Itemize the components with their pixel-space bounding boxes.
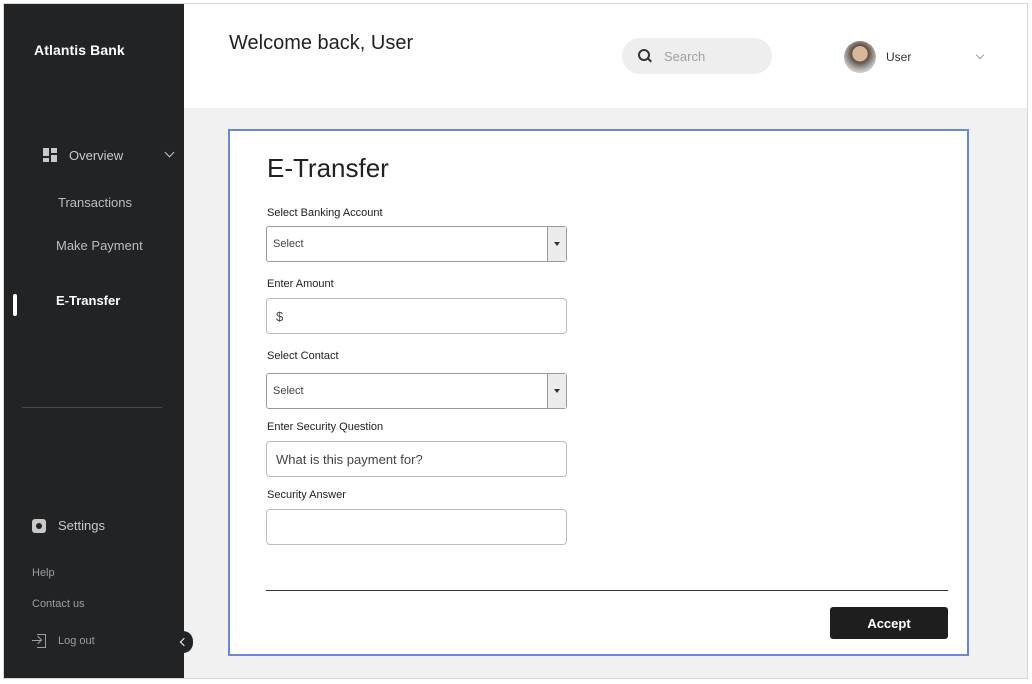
welcome-title: Welcome back, User bbox=[229, 32, 414, 54]
e-transfer-card: E-Transfer Select Banking Account Select… bbox=[228, 129, 969, 656]
logout-button[interactable]: Log out bbox=[32, 634, 95, 648]
sidebar: Atlantis Bank Overview Transactions Make… bbox=[4, 4, 184, 678]
amount-label: Enter Amount bbox=[267, 278, 334, 290]
brand-logo: Atlantis Bank bbox=[34, 42, 125, 58]
page-title: E-Transfer bbox=[267, 153, 389, 183]
chevron-down-icon bbox=[164, 147, 175, 158]
security-question-label: Enter Security Question bbox=[267, 421, 384, 433]
sidebar-item-settings[interactable]: Settings bbox=[32, 518, 105, 533]
app-window: Atlantis Bank Overview Transactions Make… bbox=[3, 3, 1028, 679]
accept-button[interactable]: Accept bbox=[830, 607, 948, 639]
amount-input[interactable] bbox=[266, 298, 567, 334]
help-link[interactable]: Help bbox=[32, 567, 55, 579]
form-divider bbox=[266, 590, 948, 591]
sidebar-item-overview[interactable]: Overview bbox=[43, 144, 175, 166]
account-label: Select Banking Account bbox=[267, 207, 383, 219]
active-indicator bbox=[13, 294, 17, 316]
contact-us-link[interactable]: Contact us bbox=[32, 598, 85, 610]
dropdown-arrow-icon[interactable] bbox=[547, 374, 566, 408]
collapse-sidebar-button[interactable] bbox=[173, 631, 193, 653]
sidebar-item-e-transfer[interactable]: E-Transfer bbox=[56, 293, 120, 308]
dashboard-icon bbox=[43, 148, 57, 162]
sidebar-item-make-payment[interactable]: Make Payment bbox=[56, 238, 143, 253]
account-select-value: Select bbox=[273, 238, 304, 250]
top-header: Welcome back, User User bbox=[184, 4, 1027, 108]
sidebar-item-label: Settings bbox=[58, 518, 105, 533]
sidebar-item-transactions[interactable]: Transactions bbox=[58, 195, 132, 210]
dropdown-arrow-icon[interactable] bbox=[547, 227, 566, 261]
logout-icon bbox=[32, 634, 46, 648]
search-input[interactable] bbox=[664, 48, 764, 64]
security-answer-label: Security Answer bbox=[267, 489, 346, 501]
account-select[interactable]: Select bbox=[266, 226, 567, 262]
gear-icon bbox=[32, 518, 46, 533]
chevron-down-icon[interactable] bbox=[975, 50, 985, 60]
search-icon bbox=[638, 49, 652, 63]
contact-label: Select Contact bbox=[267, 350, 339, 362]
contact-select[interactable]: Select bbox=[266, 373, 567, 409]
search-bar[interactable] bbox=[622, 38, 772, 74]
user-name[interactable]: User bbox=[886, 50, 911, 64]
sidebar-divider bbox=[22, 407, 162, 408]
security-question-input[interactable] bbox=[266, 441, 567, 477]
avatar[interactable] bbox=[844, 41, 876, 73]
sidebar-item-label: Overview bbox=[69, 147, 124, 163]
contact-select-value: Select bbox=[273, 385, 304, 397]
security-answer-input[interactable] bbox=[266, 509, 567, 545]
logout-label: Log out bbox=[58, 635, 95, 647]
